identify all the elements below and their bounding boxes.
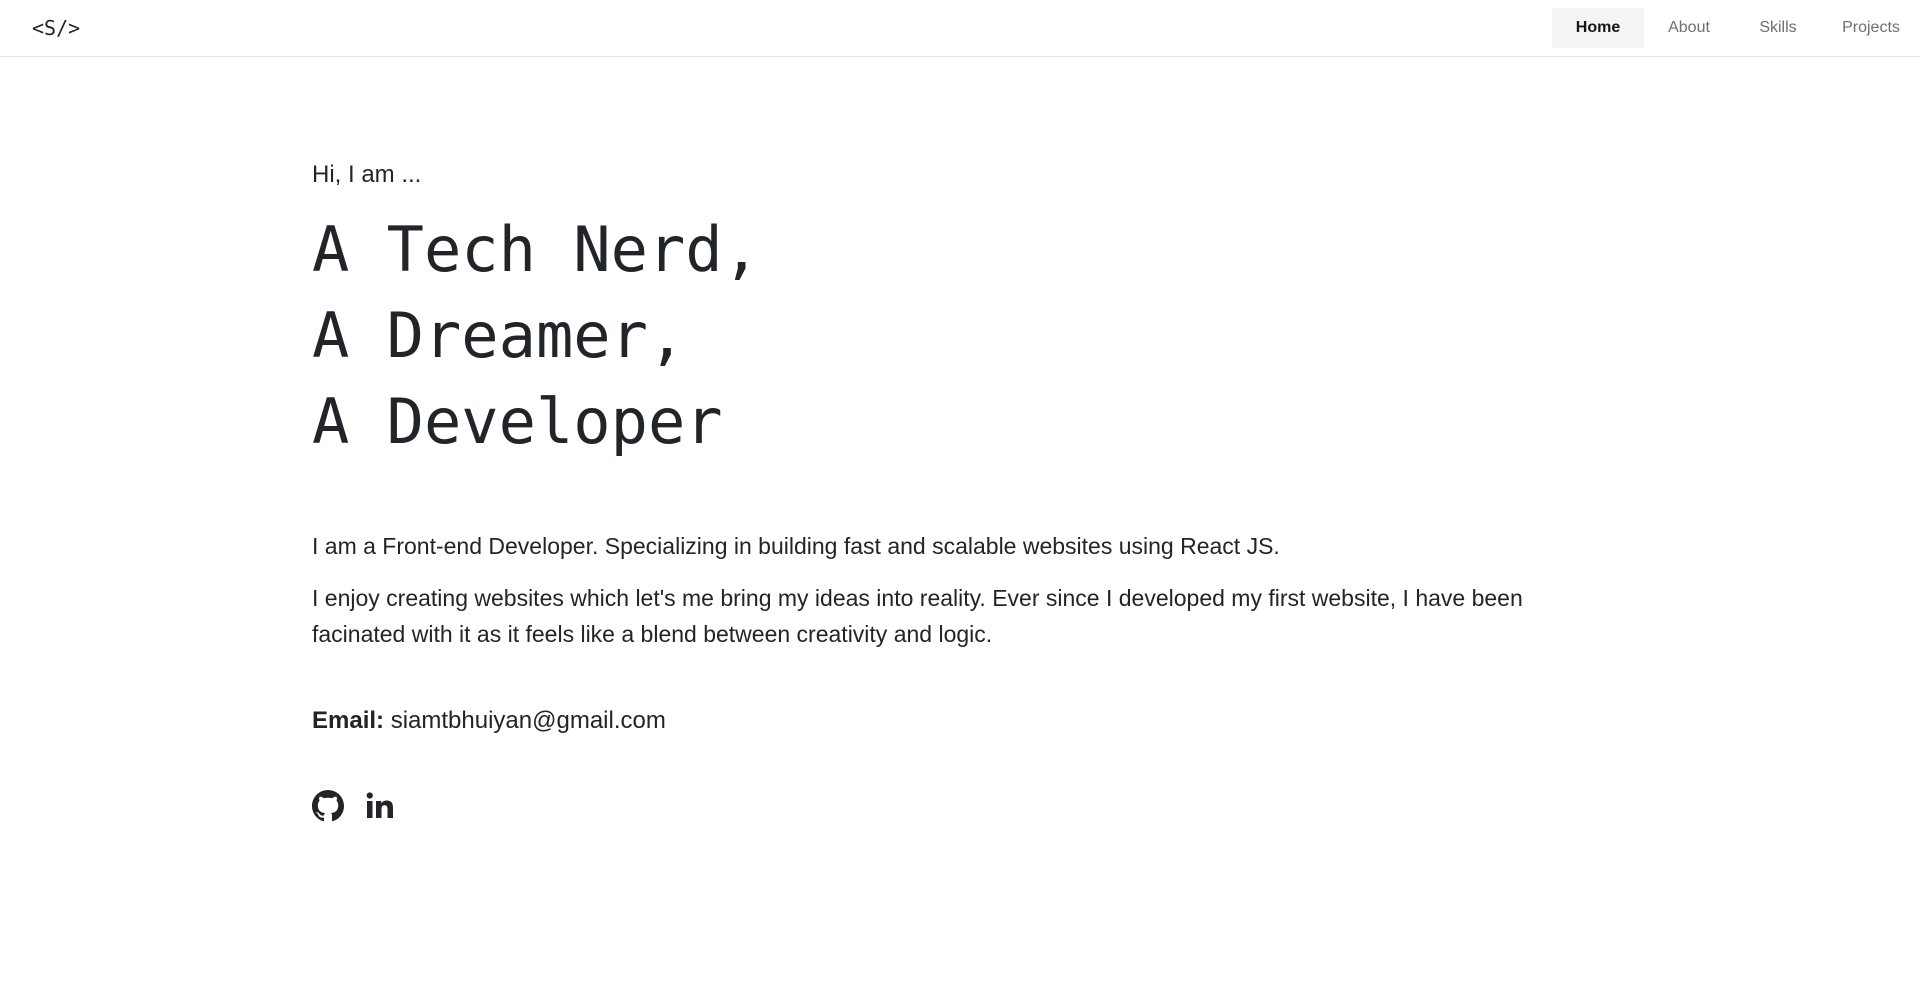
nav-link-skills[interactable]: Skills bbox=[1734, 8, 1822, 48]
hero-section: Hi, I am ... A Tech Nerd, A Dreamer, A D… bbox=[312, 157, 1612, 465]
email-line: Email: siamtbhuiyan@gmail.com bbox=[312, 703, 666, 739]
nav-link-projects[interactable]: Projects bbox=[1822, 8, 1920, 48]
github-icon[interactable] bbox=[312, 790, 344, 822]
headline-line-3: A Developer bbox=[312, 385, 723, 458]
top-navbar: <S/> Home About Skills Projects bbox=[0, 0, 1920, 57]
bio-paragraph-2: I enjoy creating websites which let's me… bbox=[312, 585, 1523, 647]
nav-link-home[interactable]: Home bbox=[1552, 8, 1644, 48]
nav-link-about[interactable]: About bbox=[1644, 8, 1734, 48]
hero-headline: A Tech Nerd, A Dreamer, A Developer bbox=[312, 207, 1612, 465]
site-logo[interactable]: <S/> bbox=[32, 16, 80, 40]
main-nav: Home About Skills Projects bbox=[1552, 8, 1920, 48]
linkedin-icon[interactable] bbox=[364, 790, 396, 822]
email-label: Email: bbox=[312, 707, 385, 734]
bio-section: I am a Front-end Developer. Specializing… bbox=[312, 528, 1612, 652]
bio-paragraph-1: I am a Front-end Developer. Specializing… bbox=[312, 533, 1280, 559]
hero-greeting: Hi, I am ... bbox=[312, 161, 422, 188]
headline-line-2: A Dreamer, bbox=[312, 299, 686, 372]
social-links bbox=[312, 790, 396, 822]
email-value[interactable]: siamtbhuiyan@gmail.com bbox=[391, 707, 666, 734]
headline-line-1: A Tech Nerd, bbox=[312, 213, 760, 286]
